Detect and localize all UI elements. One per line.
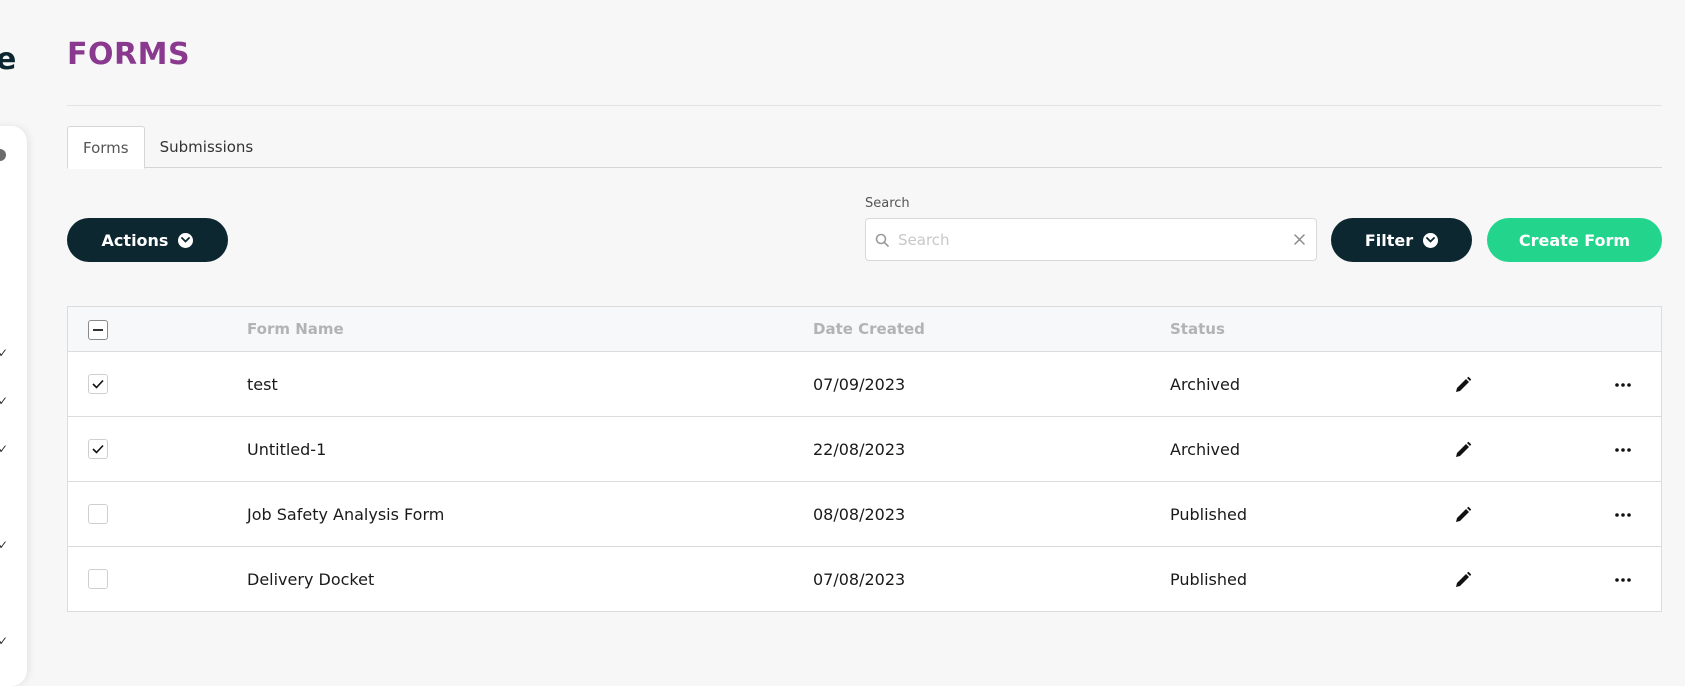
- table-header: Form Name Date Created Status: [68, 307, 1661, 352]
- row-checkbox[interactable]: [88, 439, 108, 459]
- cell-form-name: Delivery Docket: [247, 570, 375, 589]
- sidebar-item-check-icon[interactable]: ✓: [0, 634, 8, 648]
- tab-forms[interactable]: Forms: [67, 126, 145, 169]
- row-checkbox[interactable]: [88, 374, 108, 394]
- cell-date-created: 22/08/2023: [813, 440, 906, 459]
- actions-button-label: Actions: [101, 230, 169, 250]
- table-row[interactable]: Untitled-1 22/08/2023 Archived: [68, 417, 1661, 482]
- ellipsis-icon[interactable]: [1610, 502, 1636, 528]
- filter-button-label: Filter: [1364, 230, 1414, 250]
- table-row[interactable]: Delivery Docket 07/08/2023 Published: [68, 547, 1661, 612]
- ellipsis-icon[interactable]: [1610, 437, 1636, 463]
- search-icon: [866, 233, 898, 247]
- sidebar-item-check-icon[interactable]: ✓: [0, 538, 8, 552]
- column-header-date-created[interactable]: Date Created: [813, 307, 925, 352]
- close-icon[interactable]: [1282, 234, 1316, 245]
- filter-button[interactable]: Filter: [1331, 218, 1472, 262]
- cell-form-name: test: [247, 375, 278, 394]
- tab-submissions[interactable]: Submissions: [145, 126, 269, 168]
- row-checkbox[interactable]: [88, 504, 108, 524]
- search-field[interactable]: [865, 218, 1317, 261]
- pencil-icon[interactable]: [1450, 502, 1476, 528]
- column-header-form-name[interactable]: Form Name: [247, 307, 344, 352]
- create-form-button-label: Create Form: [1518, 230, 1631, 250]
- pencil-icon[interactable]: [1450, 437, 1476, 463]
- page-title: FORMS: [67, 37, 191, 72]
- chevron-down-icon: [178, 232, 194, 248]
- minus-icon: [93, 329, 103, 331]
- create-form-button[interactable]: Create Form: [1487, 218, 1662, 262]
- table-row[interactable]: test 07/09/2023 Archived: [68, 352, 1661, 417]
- cell-date-created: 07/08/2023: [813, 570, 906, 589]
- table-row[interactable]: Job Safety Analysis Form 08/08/2023 Publ…: [68, 482, 1661, 547]
- sidebar-item-check-icon[interactable]: ✓: [0, 442, 8, 456]
- main-content: FORMS Forms Submissions Actions Search F…: [67, 0, 1662, 651]
- cell-status: Published: [1170, 570, 1248, 589]
- sidebar-item-check-icon[interactable]: ✓: [0, 346, 8, 360]
- cell-form-name: Untitled-1: [247, 440, 327, 459]
- sidebar-item-check-icon[interactable]: ✓: [0, 394, 8, 408]
- tab-bar: Forms Submissions: [67, 126, 1662, 169]
- forms-table: Form Name Date Created Status test 07/09…: [67, 306, 1662, 612]
- actions-button[interactable]: Actions: [67, 218, 228, 262]
- check-icon: [92, 444, 104, 454]
- search-label: Search: [865, 196, 910, 211]
- ellipsis-icon[interactable]: [1610, 372, 1636, 398]
- cell-form-name: Job Safety Analysis Form: [247, 505, 445, 524]
- check-icon: [92, 379, 104, 389]
- cell-date-created: 08/08/2023: [813, 505, 906, 524]
- cell-status: Archived: [1170, 375, 1241, 394]
- pencil-icon[interactable]: [1450, 372, 1476, 398]
- cell-status: Published: [1170, 505, 1248, 524]
- chevron-down-icon: [1423, 232, 1439, 248]
- pencil-icon[interactable]: [1450, 567, 1476, 593]
- brand-logo-fragment: e: [0, 42, 17, 77]
- cell-date-created: 07/09/2023: [813, 375, 906, 394]
- cell-status: Archived: [1170, 440, 1241, 459]
- title-divider: [67, 105, 1662, 106]
- row-checkbox[interactable]: [88, 569, 108, 589]
- ellipsis-icon[interactable]: [1610, 567, 1636, 593]
- column-header-status[interactable]: Status: [1170, 307, 1225, 352]
- search-input[interactable]: [898, 219, 1282, 260]
- select-all-checkbox[interactable]: [88, 320, 108, 340]
